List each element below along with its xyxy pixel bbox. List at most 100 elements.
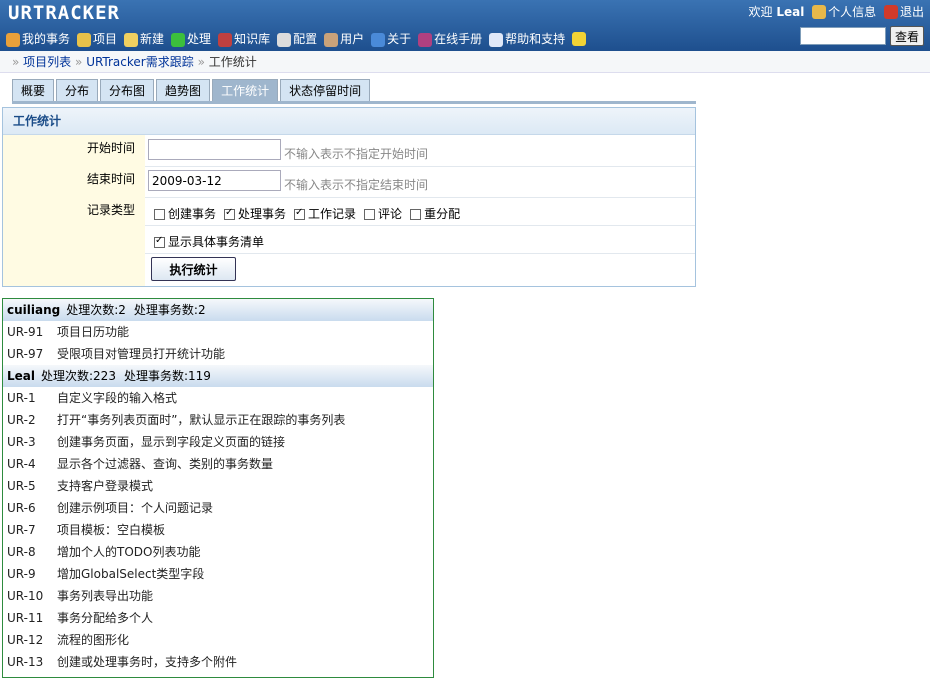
record-type-checkbox[interactable]	[294, 207, 306, 220]
show-detail-checkbox[interactable]	[154, 235, 165, 248]
breadcrumb-project-list[interactable]: 项目列表	[23, 55, 71, 69]
menu-item-0[interactable]: 我的事务	[6, 30, 70, 47]
menu-item-5[interactable]: 配置	[277, 30, 317, 47]
list-item[interactable]: UR-3 创建事务页面，显示到字段定义页面的链接	[3, 431, 433, 453]
list-item[interactable]: UR-5 支持客户登录模式	[3, 475, 433, 497]
issue-id[interactable]: UR-11	[7, 607, 57, 629]
list-item[interactable]: UR-1 自定义字段的输入格式	[3, 387, 433, 409]
list-item[interactable]: UR-7 项目模板：空白模板	[3, 519, 433, 541]
issue-title[interactable]: 增加GlobalSelect类型字段	[57, 567, 204, 581]
logout-icon[interactable]	[883, 4, 898, 19]
issue-id[interactable]: UR-7	[7, 519, 57, 541]
issue-title[interactable]: 事务分配给多个人	[57, 611, 153, 625]
search-input[interactable]	[800, 27, 886, 45]
issue-title[interactable]: 项目模板：空白模板	[57, 523, 165, 537]
profile-icon[interactable]	[812, 4, 827, 19]
list-item[interactable]: UR-4 显示各个过滤器、查询、类别的事务数量	[3, 453, 433, 475]
end-time-input[interactable]	[148, 170, 281, 191]
issue-title[interactable]: 打开“事务列表页面时”，默认显示正在跟踪的事务列表	[57, 413, 345, 427]
user-group-header: Leal 处理次数:223 处理事务数:119	[3, 365, 433, 387]
record-type-option-0[interactable]: 创建事务	[154, 205, 216, 222]
tab-2[interactable]: 分布图	[100, 79, 155, 101]
list-item[interactable]: UR-8 增加个人的TODO列表功能	[3, 541, 433, 563]
breadcrumb-current: 工作统计	[208, 55, 257, 69]
menu-item-10[interactable]	[572, 31, 588, 46]
list-item[interactable]: UR-11 事务分配给多个人	[3, 607, 433, 629]
breadcrumb: » 项目列表 » URTracker需求跟踪 » 工作统计	[0, 51, 930, 73]
issue-id[interactable]: UR-12	[7, 629, 57, 651]
report-tabs: 概要 分布 分布图 趋势图 工作统计 状态停留时间	[12, 79, 372, 101]
issue-id[interactable]: UR-3	[7, 431, 57, 453]
issue-id[interactable]: UR-13	[7, 651, 57, 673]
start-time-input[interactable]	[148, 139, 281, 160]
issue-id[interactable]: UR-1	[7, 387, 57, 409]
issue-id[interactable]: UR-2	[7, 409, 57, 431]
issue-title[interactable]: 项目日历功能	[57, 325, 129, 339]
record-type-option-2[interactable]: 工作记录	[294, 205, 356, 222]
user-name: Leal	[776, 4, 805, 19]
group-item-count: 处理事务数:119	[123, 369, 211, 383]
start-time-hint: 不输入表示不指定开始时间	[284, 147, 429, 161]
list-item[interactable]: UR-91 项目日历功能	[3, 321, 433, 343]
menu-item-6[interactable]: 用户	[324, 30, 364, 47]
record-type-checkbox[interactable]	[410, 209, 422, 220]
list-item[interactable]: UR-9 增加GlobalSelect类型字段	[3, 563, 433, 585]
tab-4[interactable]: 工作统计	[212, 79, 279, 101]
list-item[interactable]: UR-6 创建示例项目：个人问题记录	[3, 497, 433, 519]
list-item[interactable]: UR-97 受限项目对管理员打开统计功能	[3, 343, 433, 365]
issue-title[interactable]: 自定义字段的输入格式	[57, 391, 177, 405]
issue-id[interactable]: UR-91	[7, 321, 57, 343]
list-item[interactable]: UR-12 流程的图形化	[3, 629, 433, 651]
menu-item-1[interactable]: 项目	[77, 30, 117, 47]
group-user-name: cuiliang	[7, 303, 61, 317]
record-type-checkbox[interactable]	[364, 209, 376, 220]
menu-item-4[interactable]: 知识库	[218, 30, 270, 47]
issue-id[interactable]: UR-9	[7, 563, 57, 585]
issue-id[interactable]: UR-10	[7, 585, 57, 607]
issue-title[interactable]: 受限项目对管理员打开统计功能	[57, 347, 225, 361]
record-type-checkbox[interactable]	[154, 209, 165, 220]
menu-item-9[interactable]: 帮助和支持	[489, 30, 565, 47]
user-info: 欢迎 Leal 个人信息 退出	[748, 3, 924, 20]
record-type-option-4[interactable]: 重分配	[410, 205, 460, 222]
record-type-option-3[interactable]: 评论	[364, 205, 402, 222]
breadcrumb-project[interactable]: URTracker需求跟踪	[86, 55, 194, 69]
profile-link[interactable]: 个人信息	[828, 3, 876, 20]
info-icon	[371, 32, 386, 47]
database-icon	[77, 32, 92, 47]
search-button[interactable]: 查看	[890, 26, 924, 46]
issue-title[interactable]: 创建示例项目：个人问题记录	[57, 501, 213, 515]
logout-link[interactable]: 退出	[900, 3, 924, 20]
tab-1[interactable]: 分布	[56, 79, 99, 101]
main-menu: 我的事务 项目 新建 处理 知识库 配置 用户 关于 在线手册 帮助和支持	[6, 30, 595, 47]
issue-id[interactable]: UR-4	[7, 453, 57, 475]
show-detail-option[interactable]: 显示具体事务清单	[154, 233, 264, 250]
detail-row: 显示具体事务清单	[3, 225, 695, 254]
issue-id[interactable]: UR-6	[7, 497, 57, 519]
tab-5[interactable]: 状态停留时间	[280, 79, 371, 101]
menu-item-label: 我的事务	[22, 32, 71, 46]
issue-id[interactable]: UR-97	[7, 343, 57, 365]
issue-title[interactable]: 事务列表导出功能	[57, 589, 153, 603]
list-item[interactable]: UR-13 创建或处理事务时，支持多个附件	[3, 651, 433, 673]
list-item[interactable]: UR-2 打开“事务列表页面时”，默认显示正在跟踪的事务列表	[3, 409, 433, 431]
tab-3[interactable]: 趋势图	[156, 79, 211, 101]
issue-title[interactable]: 显示各个过滤器、查询、类别的事务数量	[57, 457, 273, 471]
issue-title[interactable]: 支持客户登录模式	[57, 479, 153, 493]
list-item[interactable]: UR-10 事务列表导出功能	[3, 585, 433, 607]
menu-item-8[interactable]: 在线手册	[418, 30, 482, 47]
issue-id[interactable]: UR-5	[7, 475, 57, 497]
menu-item-2[interactable]: 新建	[124, 30, 164, 47]
issue-title[interactable]: 增加个人的TODO列表功能	[57, 545, 200, 559]
tab-0[interactable]: 概要	[12, 79, 55, 101]
issue-id[interactable]: UR-8	[7, 541, 57, 563]
menu-item-7[interactable]: 关于	[371, 30, 411, 47]
issue-title[interactable]: 流程的图形化	[57, 633, 129, 647]
record-type-checkbox[interactable]	[224, 207, 236, 220]
group-user-name: Leal	[7, 369, 35, 383]
run-stats-button[interactable]: 执行统计	[151, 257, 236, 281]
issue-title[interactable]: 创建事务页面，显示到字段定义页面的链接	[57, 435, 285, 449]
menu-item-label: 处理	[187, 32, 212, 46]
record-type-option-1[interactable]: 处理事务	[224, 205, 286, 222]
menu-item-3[interactable]: 处理	[171, 30, 211, 47]
